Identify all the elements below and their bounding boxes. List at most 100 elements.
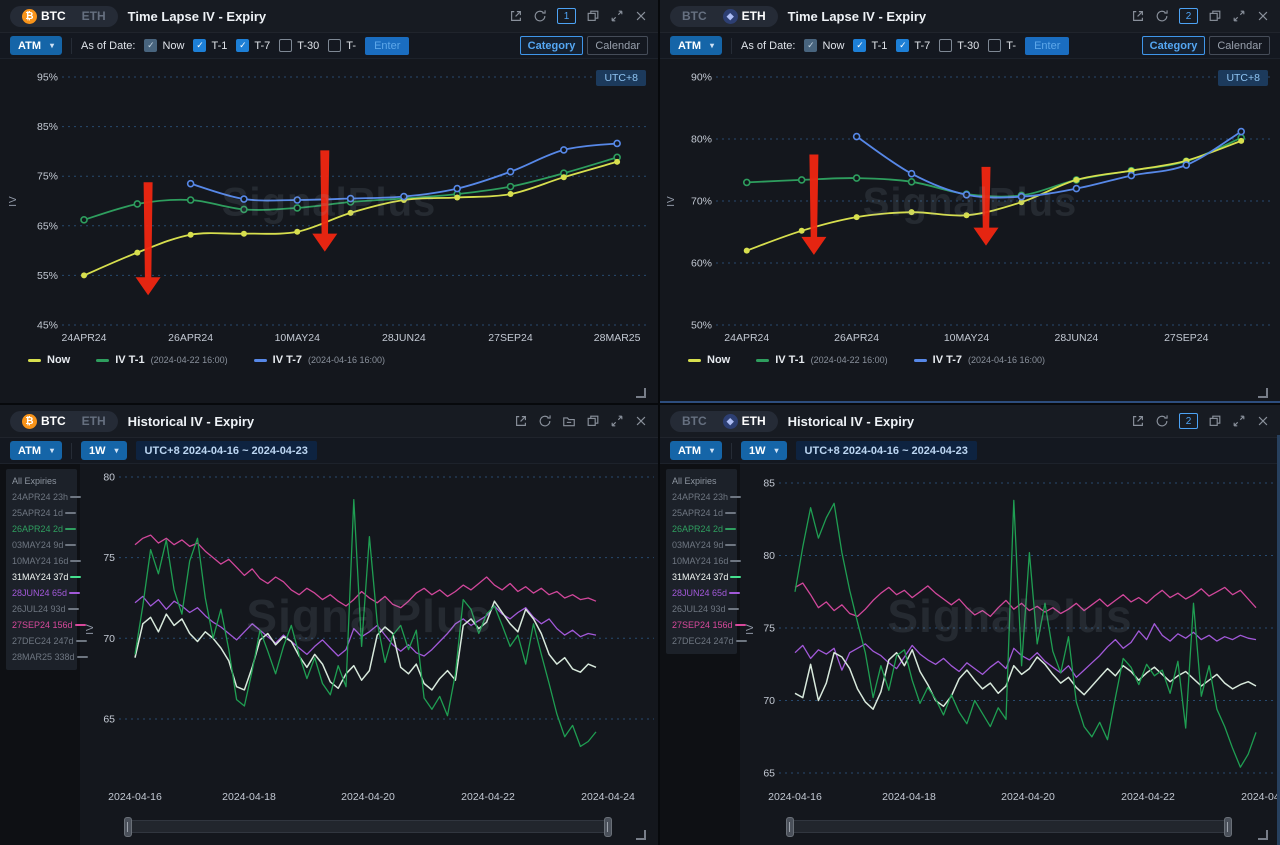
expiry-item[interactable]: 10MAY24 16d bbox=[12, 553, 73, 569]
duplicate-icon[interactable] bbox=[1208, 9, 1222, 23]
expiry-item[interactable]: 31MAY24 37d bbox=[12, 569, 73, 585]
as-of-option-t7[interactable]: ✓T-7 bbox=[236, 39, 270, 52]
coin-eth-tab[interactable]: ETH bbox=[75, 413, 113, 429]
period-select[interactable]: 1W▾ bbox=[741, 441, 787, 460]
resize-corner[interactable] bbox=[1258, 830, 1268, 840]
expiry-item[interactable]: 24APR24 23h bbox=[12, 489, 73, 505]
as-of-option-now[interactable]: ✓Now bbox=[804, 39, 844, 52]
checkbox[interactable] bbox=[988, 39, 1001, 52]
expiry-item[interactable]: All Expiries bbox=[672, 473, 733, 489]
checkbox[interactable]: ✓ bbox=[896, 39, 909, 52]
checkbox[interactable]: ✓ bbox=[144, 39, 157, 52]
resize-corner[interactable] bbox=[636, 830, 646, 840]
strike-select[interactable]: ATM▾ bbox=[670, 441, 722, 460]
legend-item[interactable]: Now bbox=[28, 354, 70, 366]
coin-btc-tab[interactable]: ₿ BTC bbox=[15, 413, 73, 430]
checkbox[interactable]: ✓ bbox=[804, 39, 817, 52]
view-calendar-button[interactable]: Calendar bbox=[1209, 36, 1270, 55]
view-category-button[interactable]: Category bbox=[520, 36, 584, 55]
close-icon[interactable] bbox=[634, 414, 648, 428]
popout-icon[interactable] bbox=[1131, 414, 1145, 428]
as-of-option-t30[interactable]: T-30 bbox=[279, 39, 319, 52]
view-category-button[interactable]: Category bbox=[1142, 36, 1206, 55]
close-icon[interactable] bbox=[1256, 9, 1270, 23]
checkbox[interactable] bbox=[279, 39, 292, 52]
expiry-item[interactable]: 26APR24 2d bbox=[12, 521, 73, 537]
expiry-item[interactable]: 27SEP24 156d bbox=[672, 617, 733, 633]
duplicate-icon[interactable] bbox=[586, 9, 600, 23]
coin-eth-tab[interactable]: ◆ ETH bbox=[716, 8, 773, 25]
expiry-item[interactable]: 27DEC24 247d bbox=[12, 633, 73, 649]
strike-select[interactable]: ATM▾ bbox=[670, 36, 722, 55]
legend-item[interactable]: IV T-7(2024-04-16 16:00) bbox=[254, 354, 385, 366]
expiry-item[interactable]: 28JUN24 65d bbox=[672, 585, 733, 601]
resize-corner[interactable] bbox=[1258, 388, 1268, 398]
slider-handle-left[interactable] bbox=[124, 817, 132, 837]
legend-item[interactable]: IV T-1(2024-04-22 16:00) bbox=[756, 354, 887, 366]
expiry-item[interactable]: 03MAY24 9d bbox=[672, 537, 733, 553]
slider-handle-right[interactable] bbox=[604, 817, 612, 837]
expand-icon[interactable] bbox=[610, 414, 624, 428]
resize-corner[interactable] bbox=[636, 388, 646, 398]
expiry-item[interactable]: 27SEP24 156d bbox=[12, 617, 73, 633]
refresh-icon[interactable] bbox=[1155, 414, 1169, 428]
refresh-icon[interactable] bbox=[533, 9, 547, 23]
strike-select[interactable]: ATM▾ bbox=[10, 36, 62, 55]
time-range-slider[interactable] bbox=[786, 820, 1232, 833]
checkbox[interactable] bbox=[328, 39, 341, 52]
folder-icon[interactable] bbox=[562, 414, 576, 428]
popout-icon[interactable] bbox=[509, 9, 523, 23]
expiry-item[interactable]: 26JUL24 93d bbox=[672, 601, 733, 617]
checkbox[interactable]: ✓ bbox=[236, 39, 249, 52]
expiry-item[interactable]: 24APR24 23h bbox=[672, 489, 733, 505]
view-calendar-button[interactable]: Calendar bbox=[587, 36, 648, 55]
legend-item[interactable]: IV T-1(2024-04-22 16:00) bbox=[96, 354, 227, 366]
expiry-item[interactable]: 26APR24 2d bbox=[672, 521, 733, 537]
period-select[interactable]: 1W▾ bbox=[81, 441, 127, 460]
slider-handle-right[interactable] bbox=[1224, 817, 1232, 837]
as-of-option-t1[interactable]: ✓T-1 bbox=[193, 39, 227, 52]
window-count-badge[interactable]: 2 bbox=[1179, 8, 1198, 24]
coin-eth-tab[interactable]: ◆ ETH bbox=[716, 413, 773, 430]
duplicate-icon[interactable] bbox=[586, 414, 600, 428]
as-of-option-t30[interactable]: T-30 bbox=[939, 39, 979, 52]
checkbox[interactable]: ✓ bbox=[193, 39, 206, 52]
popout-icon[interactable] bbox=[1131, 9, 1145, 23]
expand-icon[interactable] bbox=[610, 9, 624, 23]
expiry-item[interactable]: 10MAY24 16d bbox=[672, 553, 733, 569]
expiry-item[interactable]: 31MAY24 37d bbox=[672, 569, 733, 585]
as-of-option-t7[interactable]: ✓T-7 bbox=[896, 39, 930, 52]
expiry-item[interactable]: 28MAR25 338d bbox=[12, 649, 73, 665]
refresh-icon[interactable] bbox=[1155, 9, 1169, 23]
expiry-item[interactable]: 26JUL24 93d bbox=[12, 601, 73, 617]
refresh-icon[interactable] bbox=[538, 414, 552, 428]
coin-eth-tab[interactable]: ETH bbox=[75, 8, 113, 24]
as-of-option-t1[interactable]: ✓T-1 bbox=[853, 39, 887, 52]
checkbox[interactable] bbox=[939, 39, 952, 52]
t-custom-days-input[interactable]: Enter bbox=[1025, 37, 1069, 55]
coin-btc-tab[interactable]: BTC bbox=[675, 8, 714, 24]
expiry-item[interactable]: 25APR24 1d bbox=[12, 505, 73, 521]
expand-icon[interactable] bbox=[1232, 414, 1246, 428]
expiry-item[interactable]: 03MAY24 9d bbox=[12, 537, 73, 553]
coin-btc-tab[interactable]: BTC bbox=[675, 413, 714, 429]
checkbox[interactable]: ✓ bbox=[853, 39, 866, 52]
coin-btc-tab[interactable]: ₿ BTC bbox=[15, 8, 73, 25]
legend-item[interactable]: IV T-7(2024-04-16 16:00) bbox=[914, 354, 1045, 366]
expiry-item[interactable]: All Expiries bbox=[12, 473, 73, 489]
slider-handle-left[interactable] bbox=[786, 817, 794, 837]
window-count-badge[interactable]: 1 bbox=[557, 8, 576, 24]
close-icon[interactable] bbox=[1256, 414, 1270, 428]
expiry-item[interactable]: 28JUN24 65d bbox=[12, 585, 73, 601]
duplicate-icon[interactable] bbox=[1208, 414, 1222, 428]
as-of-option-t[interactable]: T- bbox=[328, 39, 356, 52]
expand-icon[interactable] bbox=[1232, 9, 1246, 23]
as-of-option-t[interactable]: T- bbox=[988, 39, 1016, 52]
as-of-option-now[interactable]: ✓Now bbox=[144, 39, 184, 52]
close-icon[interactable] bbox=[634, 9, 648, 23]
window-count-badge[interactable]: 2 bbox=[1179, 413, 1198, 429]
t-custom-days-input[interactable]: Enter bbox=[365, 37, 409, 55]
popout-icon[interactable] bbox=[514, 414, 528, 428]
legend-item[interactable]: Now bbox=[688, 354, 730, 366]
expiry-item[interactable]: 27DEC24 247d bbox=[672, 633, 733, 649]
